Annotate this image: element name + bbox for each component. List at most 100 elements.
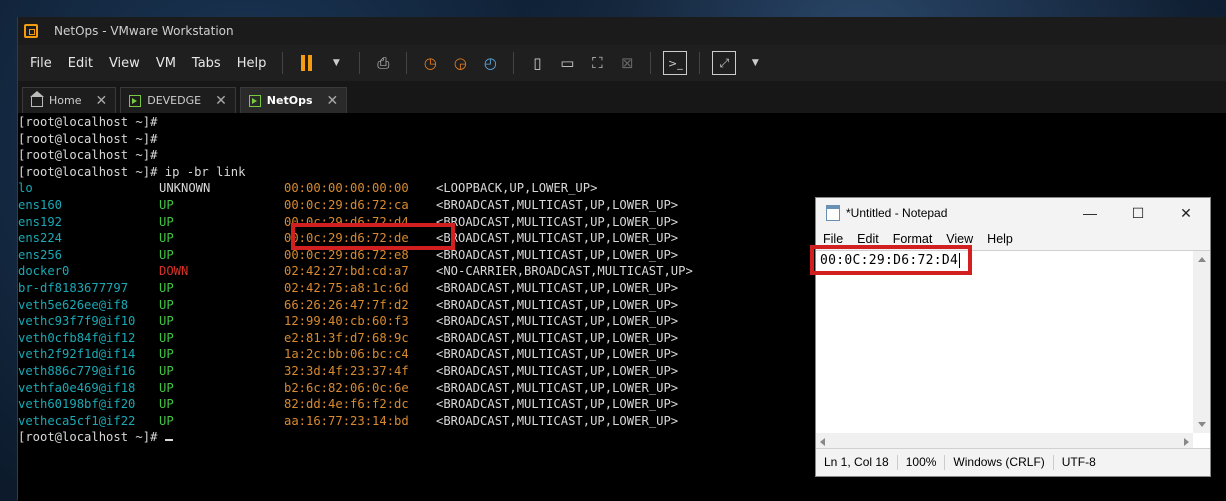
minimize-icon[interactable]: —	[1066, 205, 1114, 222]
toolbar-separator	[282, 52, 284, 74]
highlight-box	[291, 223, 455, 250]
menu-tabs[interactable]: Tabs	[184, 56, 229, 71]
maximize-icon[interactable]: ☐	[1114, 205, 1162, 222]
menu-toolbar: File Edit View VM Tabs Help ▼ ⎙ ◷ ◶ ◴ ▯ …	[18, 45, 1226, 81]
interface-name: ens224	[18, 231, 63, 246]
interface-flags: <LOOPBACK,UP,LOWER_UP>	[436, 181, 598, 196]
scroll-down-icon[interactable]	[1198, 422, 1206, 427]
scroll-left-icon[interactable]	[820, 438, 825, 446]
interface-flags: <BROADCAST,MULTICAST,UP,LOWER_UP>	[436, 247, 679, 262]
status-encoding: UTF-8	[1061, 455, 1096, 469]
interface-state: UP	[159, 330, 174, 345]
scroll-right-icon[interactable]	[1184, 438, 1189, 446]
interface-name: veth5e626ee@if8	[18, 297, 129, 312]
snapshot-icon[interactable]: ◷	[419, 52, 441, 74]
interface-mac: 00:00:00:00:00:00	[284, 181, 409, 196]
terminal-line: [root@localhost ~]# ip -br link	[18, 164, 246, 179]
interface-mac: 02:42:75:a8:1c:6d	[284, 280, 409, 295]
interface-flags: <BROADCAST,MULTICAST,UP,LOWER_UP>	[436, 197, 679, 212]
dropdown-icon[interactable]: ▼	[325, 52, 347, 74]
interface-flags: <BROADCAST,MULTICAST,UP,LOWER_UP>	[436, 214, 679, 229]
status-line-ending: Windows (CRLF)	[945, 455, 1054, 470]
np-menu-file[interactable]: File	[816, 232, 850, 246]
interface-state: UP	[159, 380, 174, 395]
interface-state: UP	[159, 297, 174, 312]
tab-home[interactable]: Home ✕	[22, 87, 117, 113]
snapshot-manager-icon[interactable]: ◴	[479, 52, 501, 74]
terminal-line: [root@localhost ~]#	[18, 148, 158, 163]
interface-state: UP	[159, 363, 174, 378]
pause-icon[interactable]	[295, 52, 317, 74]
toolbar-separator	[513, 52, 515, 74]
notepad-status-bar: Ln 1, Col 18 100% Windows (CRLF) UTF-8	[816, 448, 1210, 476]
window-title: NetOps - VMware Workstation	[54, 24, 234, 38]
interface-flags: <BROADCAST,MULTICAST,UP,LOWER_UP>	[436, 397, 679, 412]
menu-view[interactable]: View	[101, 56, 148, 71]
menu-edit[interactable]: Edit	[60, 56, 101, 71]
interface-flags: <BROADCAST,MULTICAST,UP,LOWER_UP>	[436, 231, 679, 246]
np-menu-help[interactable]: Help	[980, 232, 1020, 246]
np-menu-view[interactable]: View	[939, 232, 980, 246]
interface-mac: b2:6c:82:06:0c:6e	[284, 380, 409, 395]
interface-name: br-df8183677797	[18, 280, 129, 295]
dropdown-icon[interactable]: ▼	[744, 52, 766, 74]
interface-state: UP	[159, 347, 174, 362]
interface-state: UP	[159, 280, 174, 295]
interface-mac: 82:dd:4e:f6:f2:dc	[284, 397, 409, 412]
fullscreen-icon[interactable]: ⛶	[586, 52, 608, 74]
terminal-icon[interactable]: >_	[663, 51, 688, 75]
notepad-window: *Untitled - Notepad — ☐ ✕ File Edit Form…	[810, 197, 1211, 477]
toolbar-separator	[650, 52, 652, 74]
interface-name: veth0cfb84f@if12	[18, 330, 136, 345]
home-icon	[30, 91, 44, 107]
interface-mac: 32:3d:4f:23:37:4f	[284, 363, 409, 378]
revert-snapshot-icon[interactable]: ◶	[449, 52, 471, 74]
vm-icon	[248, 94, 261, 107]
interface-state: DOWN	[159, 264, 189, 279]
tab-bar: Home ✕ DEVEDGE ✕ NetOps ✕	[18, 81, 1226, 113]
menu-vm[interactable]: VM	[148, 56, 184, 71]
tab-devedge[interactable]: DEVEDGE ✕	[120, 87, 236, 113]
np-menu-format[interactable]: Format	[886, 232, 940, 246]
interface-state: UP	[159, 231, 174, 246]
interface-state: UP	[159, 397, 174, 412]
interface-mac: 00:0c:29:d6:72:ca	[284, 197, 409, 212]
notepad-text-area[interactable]: 00:0C:29:D6:72:D4	[810, 245, 1210, 450]
interface-flags: <BROADCAST,MULTICAST,UP,LOWER_UP>	[436, 314, 679, 329]
toolbar-separator	[406, 52, 408, 74]
unity-icon[interactable]: ⊠	[616, 52, 638, 74]
sidebar-icon[interactable]: ▯	[526, 52, 548, 74]
prompt: [root@localhost ~]#	[18, 430, 158, 445]
title-bar: NetOps - VMware Workstation	[18, 17, 1226, 45]
close-icon[interactable]: ✕	[1162, 205, 1210, 222]
interface-flags: <BROADCAST,MULTICAST,UP,LOWER_UP>	[436, 413, 679, 428]
tab-netops[interactable]: NetOps ✕	[239, 87, 348, 113]
interface-mac: aa:16:77:23:14:bd	[284, 413, 409, 428]
interface-state: UP	[159, 214, 174, 229]
interface-name: docker0	[18, 264, 70, 279]
interface-state: UP	[159, 247, 174, 262]
stretch-icon[interactable]: ⤢	[712, 51, 737, 75]
tab-label: NetOps	[266, 94, 313, 107]
interface-flags: <BROADCAST,MULTICAST,UP,LOWER_UP>	[436, 297, 679, 312]
interface-state: UP	[159, 413, 174, 428]
menu-help[interactable]: Help	[229, 56, 275, 71]
close-icon[interactable]: ✕	[215, 93, 227, 109]
menu-file[interactable]: File	[18, 56, 60, 71]
interface-mac: 1a:2c:bb:06:bc:c4	[284, 347, 409, 362]
interface-name: ens160	[18, 197, 63, 212]
close-icon[interactable]: ✕	[95, 93, 107, 109]
vertical-scrollbar[interactable]	[1193, 251, 1210, 433]
interface-state: UP	[159, 197, 174, 212]
close-icon[interactable]: ✕	[327, 93, 339, 109]
interface-row: lo UNKNOWN 00:00:00:00:00:00 <LOOPBACK,UP,L…	[18, 180, 1226, 197]
cursor	[164, 429, 173, 442]
interface-mac: 02:42:27:bd:cd:a7	[284, 264, 409, 279]
scroll-up-icon[interactable]	[1198, 257, 1206, 262]
interface-state: UNKNOWN	[159, 181, 211, 196]
send-keys-icon[interactable]: ⎙	[372, 52, 394, 74]
highlight-box	[810, 245, 972, 275]
np-menu-edit[interactable]: Edit	[850, 232, 886, 246]
console-view-icon[interactable]: ▭	[556, 52, 578, 74]
tab-label: Home	[49, 94, 82, 107]
